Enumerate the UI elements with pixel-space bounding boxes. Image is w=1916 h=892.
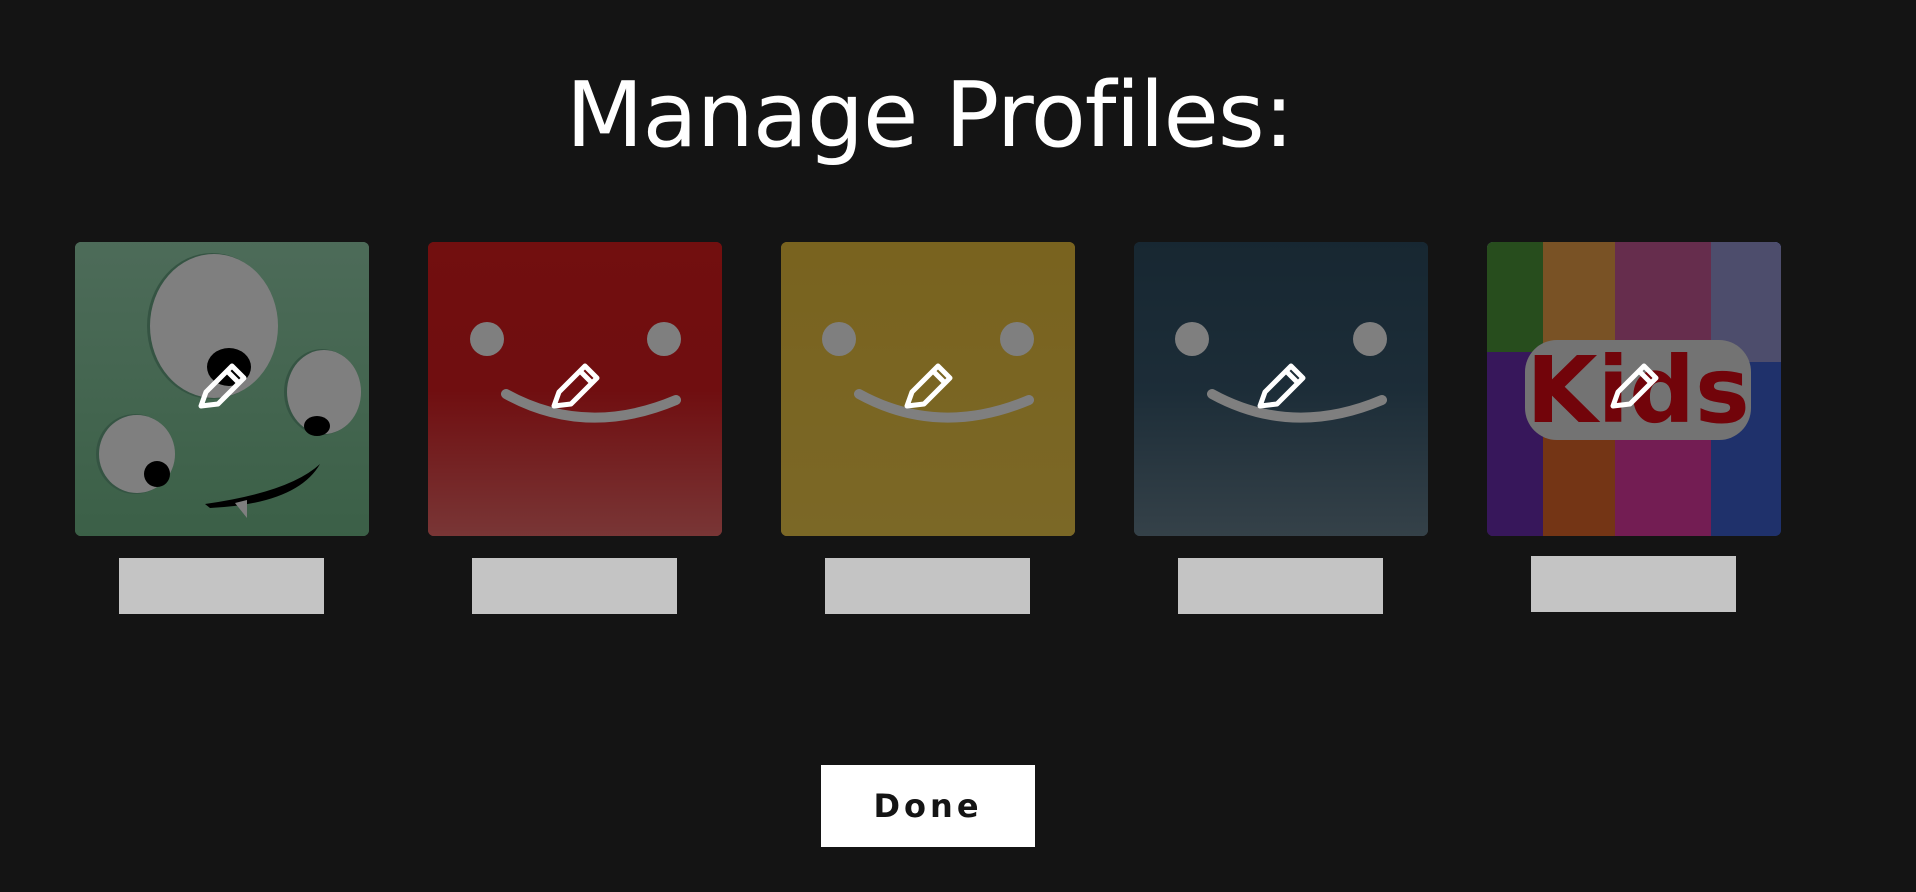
- dark-blue-smiley-avatar[interactable]: [1134, 242, 1428, 536]
- page-title: Manage Profiles:: [565, 63, 1294, 168]
- profile-name-field[interactable]: [1531, 556, 1736, 612]
- profile-card-3[interactable]: [781, 242, 1075, 614]
- pencil-icon[interactable]: [1251, 359, 1311, 419]
- pencil-icon[interactable]: [192, 359, 252, 419]
- green-monster-avatar[interactable]: [75, 242, 369, 536]
- pencil-icon[interactable]: [898, 359, 958, 419]
- profile-name-field[interactable]: [472, 558, 677, 614]
- profile-name-field[interactable]: [119, 558, 324, 614]
- yellow-smiley-avatar[interactable]: [781, 242, 1075, 536]
- done-button[interactable]: Done: [821, 765, 1035, 847]
- profile-card-5[interactable]: Kids: [1487, 242, 1781, 612]
- pencil-icon[interactable]: [1604, 359, 1664, 419]
- kids-avatar[interactable]: Kids: [1487, 242, 1781, 536]
- profile-card-4[interactable]: [1134, 242, 1428, 614]
- profile-card-1[interactable]: [75, 242, 369, 614]
- pencil-icon[interactable]: [545, 359, 605, 419]
- profile-name-field[interactable]: [1178, 558, 1383, 614]
- profile-card-2[interactable]: [428, 242, 722, 614]
- red-smiley-avatar[interactable]: [428, 242, 722, 536]
- profile-name-field[interactable]: [825, 558, 1030, 614]
